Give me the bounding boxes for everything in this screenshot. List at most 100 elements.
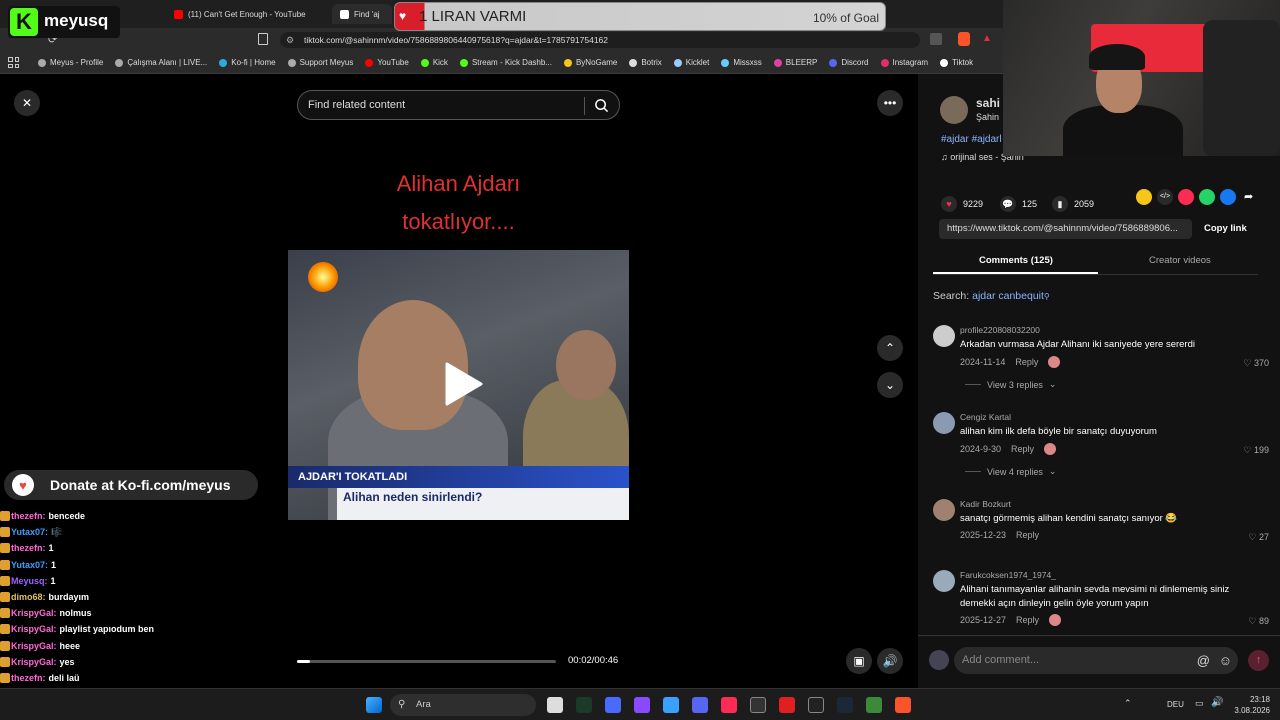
bookmark-item[interactable]: Instagram bbox=[880, 58, 928, 67]
chat-username[interactable]: Meyusq: bbox=[11, 573, 48, 589]
reply-button[interactable]: Reply bbox=[1016, 615, 1039, 625]
taskbar-search[interactable]: ⚲ Ara bbox=[390, 694, 536, 716]
translate-icon[interactable] bbox=[930, 33, 942, 45]
tray-chevron-icon[interactable]: ⌃ bbox=[1124, 698, 1132, 709]
author-name[interactable]: sahi bbox=[976, 96, 1000, 110]
reply-button[interactable]: Reply bbox=[1016, 530, 1039, 540]
tiktok-icon[interactable] bbox=[721, 697, 737, 713]
network-icon[interactable]: ▭ bbox=[1195, 698, 1204, 709]
like-stat[interactable]: ♥ 9229 bbox=[941, 196, 983, 212]
tab-youtube[interactable]: (11) Can't Get Enough - YouTube bbox=[174, 4, 306, 24]
author-avatar[interactable] bbox=[940, 96, 968, 124]
chat-username[interactable]: Yutax07: bbox=[11, 524, 48, 540]
speaker-icon[interactable]: 🔊 bbox=[1211, 697, 1223, 708]
video-progress-bar[interactable] bbox=[297, 660, 556, 663]
task-view-icon[interactable] bbox=[547, 697, 563, 713]
bookmark-item[interactable]: BLEERP bbox=[773, 58, 817, 67]
reply-button[interactable]: Reply bbox=[1011, 444, 1034, 454]
url-field[interactable]: ⚙ tiktok.com/@sahinnm/video/758688980644… bbox=[280, 32, 920, 48]
chat-username[interactable]: thezefn: bbox=[11, 508, 46, 524]
comment-like[interactable]: ♡ 199 bbox=[1243, 445, 1269, 456]
avatar[interactable] bbox=[933, 325, 955, 347]
chat-username[interactable]: KrispyGal: bbox=[11, 621, 57, 637]
add-comment-input[interactable]: Add comment... @ ☺ bbox=[954, 647, 1238, 674]
windows-start-icon[interactable] bbox=[366, 697, 382, 713]
bookmark-item[interactable]: Tiktok bbox=[940, 58, 973, 67]
comment-stat[interactable]: 💬 125 bbox=[1000, 196, 1037, 212]
chat-username[interactable]: Yutax07: bbox=[11, 557, 48, 573]
chat-username[interactable]: thezefn: bbox=[11, 670, 46, 686]
app-icon[interactable] bbox=[663, 697, 679, 713]
whatsapp-icon[interactable] bbox=[1199, 189, 1215, 205]
send-comment-button[interactable]: ↑ bbox=[1248, 650, 1269, 671]
bookmark-item[interactable]: Kicklet bbox=[673, 58, 709, 67]
app-icon[interactable] bbox=[634, 697, 650, 713]
comment-username[interactable]: Farukcoksen1974_1974_ bbox=[960, 570, 1056, 580]
comment-like[interactable]: ♡ 89 bbox=[1248, 616, 1269, 627]
comment-like[interactable]: ♡ 370 bbox=[1243, 358, 1269, 369]
chat-username[interactable]: dimo68: bbox=[11, 589, 46, 605]
mention-icon[interactable]: @ bbox=[1197, 647, 1210, 674]
language-indicator[interactable]: DEU bbox=[1167, 700, 1184, 709]
bookmark-item[interactable]: Meyus - Profile bbox=[38, 58, 103, 67]
facebook-icon[interactable] bbox=[1220, 189, 1236, 205]
app-icon[interactable] bbox=[750, 697, 766, 713]
app-icon[interactable] bbox=[605, 697, 621, 713]
discord-icon[interactable] bbox=[692, 697, 708, 713]
bookmark-icon[interactable] bbox=[258, 33, 268, 45]
related-search-input[interactable]: Find related content bbox=[297, 90, 620, 120]
hashtags[interactable]: #ajdar #ajdarl bbox=[941, 134, 1002, 145]
comment-search[interactable]: Search: ajdar canbequit⚲ bbox=[933, 290, 1050, 302]
chat-username[interactable]: KrispyGal: bbox=[11, 638, 57, 654]
copy-link-button[interactable]: Copy link bbox=[1204, 223, 1247, 234]
volume-button[interactable]: 🔊 bbox=[877, 648, 903, 674]
bookmark-item[interactable]: Botrix bbox=[629, 58, 662, 67]
bookmark-item[interactable]: Stream - Kick Dashb... bbox=[459, 58, 552, 67]
reply-button[interactable]: Reply bbox=[1015, 357, 1038, 367]
bookmark-item[interactable]: Ko-fi | Home bbox=[219, 58, 276, 67]
site-info-icon[interactable]: ⚙ bbox=[286, 32, 294, 48]
next-video-button[interactable]: ⌄ bbox=[877, 372, 903, 398]
previous-video-button[interactable]: ⌃ bbox=[877, 335, 903, 361]
bookmark-item[interactable]: ByNoGame bbox=[563, 58, 617, 67]
clock[interactable]: 23:18 3.08.2026 bbox=[1234, 694, 1270, 716]
close-button[interactable]: ✕ bbox=[14, 90, 40, 116]
app-icon[interactable] bbox=[779, 697, 795, 713]
tab-comments[interactable]: Comments (125) bbox=[979, 255, 1053, 266]
pip-button[interactable]: ▣ bbox=[846, 648, 872, 674]
comment-username[interactable]: profile220808032200 bbox=[960, 325, 1040, 335]
embed-icon[interactable]: </> bbox=[1157, 189, 1173, 205]
more-options-button[interactable]: ••• bbox=[877, 90, 903, 116]
comment-username[interactable]: Kadir Bozkurt bbox=[960, 499, 1011, 509]
brave-icon[interactable] bbox=[895, 697, 911, 713]
share-icon[interactable]: ➦ bbox=[1244, 190, 1253, 203]
bookmark-item[interactable]: Kick bbox=[420, 58, 448, 67]
chat-username[interactable]: KrispyGal: bbox=[11, 605, 57, 621]
bookmark-item[interactable]: Missxss bbox=[721, 58, 762, 67]
apps-grid-icon[interactable] bbox=[8, 57, 19, 68]
bookmark-item[interactable]: YouTube bbox=[365, 58, 409, 67]
comment-username[interactable]: Cengiz Kartal bbox=[960, 412, 1011, 422]
view-replies-button[interactable]: View 4 replies ⌄ bbox=[965, 466, 1056, 477]
chat-username[interactable]: KrispyGal: bbox=[11, 654, 57, 670]
steam-icon[interactable] bbox=[837, 697, 853, 713]
save-stat[interactable]: ▮ 2059 bbox=[1052, 196, 1094, 212]
epic-games-icon[interactable] bbox=[808, 697, 824, 713]
minecraft-icon[interactable] bbox=[866, 697, 882, 713]
view-replies-button[interactable]: View 3 replies ⌄ bbox=[965, 379, 1056, 390]
terminal-icon[interactable] bbox=[576, 697, 592, 713]
video-link-field[interactable]: https://www.tiktok.com/@sahinnm/video/75… bbox=[939, 219, 1192, 239]
bookmark-item[interactable]: Discord bbox=[829, 58, 869, 67]
search-icon[interactable] bbox=[594, 98, 609, 113]
brave-shield-icon[interactable] bbox=[958, 32, 970, 46]
tab-tiktok[interactable]: Find 'aj bbox=[332, 4, 392, 24]
play-icon[interactable] bbox=[443, 362, 483, 406]
avatar[interactable] bbox=[933, 412, 955, 434]
tab-creator-videos[interactable]: Creator videos bbox=[1149, 255, 1211, 266]
chat-username[interactable]: thezefn: bbox=[11, 540, 46, 556]
rewards-icon[interactable]: ▲ bbox=[982, 33, 992, 44]
bookmark-item[interactable]: Çalışma Alanı | LIVE... bbox=[115, 58, 207, 67]
comment-like[interactable]: ♡ 27 bbox=[1248, 532, 1269, 543]
emoji-icon[interactable]: ☺ bbox=[1219, 647, 1232, 674]
send-icon[interactable] bbox=[1178, 189, 1194, 205]
